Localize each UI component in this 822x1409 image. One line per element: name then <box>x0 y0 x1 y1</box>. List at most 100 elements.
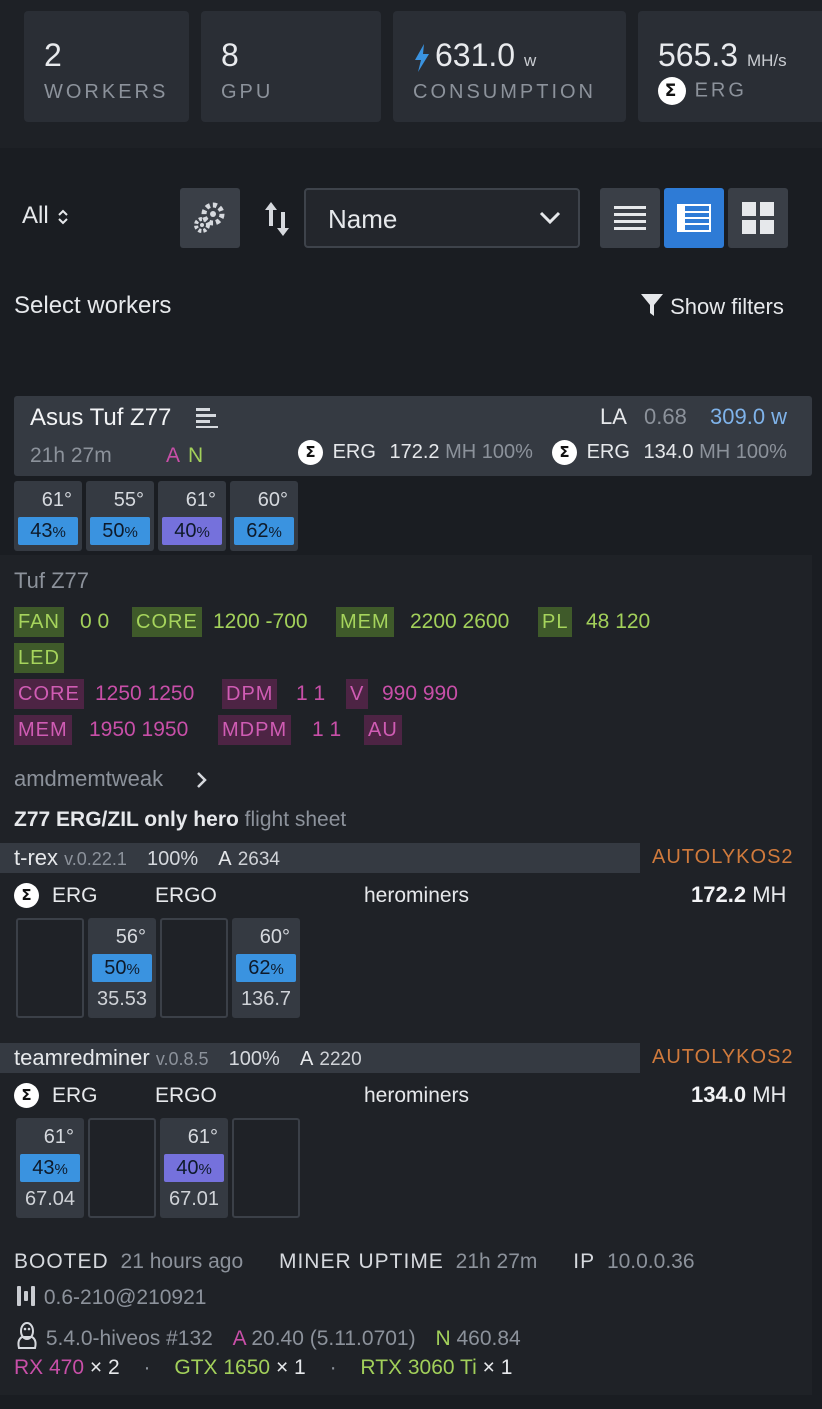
miner-version: v.0.8.5 <box>155 1049 209 1069</box>
stat-consumption-unit: w <box>523 51 537 70</box>
amd-dpm-tag: DPM <box>222 679 278 709</box>
chevron-right-icon <box>197 772 208 789</box>
miner-version: v.0.22.1 <box>64 849 127 869</box>
miner-pool: herominers <box>364 884 470 907</box>
miner-uptime-label: MINER UPTIME <box>278 1250 444 1273</box>
gpu-tile[interactable]: 60° 62% 136.7 <box>232 918 300 1018</box>
miner-algo: AUTOLYKOS2 <box>652 1046 794 1068</box>
flight-sheet[interactable]: Z77 ERG/ZIL only hero flight sheet <box>14 808 346 832</box>
gpu-fan: 43% <box>20 1154 80 1182</box>
kernel-row: 5.4.0-hiveos #132 A 20.40 (5.11.0701) N … <box>14 1322 521 1351</box>
gpu-tile[interactable]: 61° 40% <box>158 481 226 551</box>
gpu-fan: 62% <box>236 954 296 982</box>
la-value: 0.68 <box>644 404 687 429</box>
amd-mdpm-tag: MDPM <box>218 715 292 745</box>
miner-summary-2-coin: ERG <box>586 440 630 463</box>
stat-hashrate-value: 565.3 <box>658 37 739 73</box>
worker-flag-amd: A <box>166 444 181 467</box>
stat-consumption-value: 631.0 <box>435 37 516 73</box>
amdmemtweak-link[interactable]: amdmemtweak <box>14 766 209 792</box>
miner-algo: AUTOLYKOS2 <box>652 846 794 868</box>
view-grid-button[interactable] <box>728 188 788 248</box>
booted-label: BOOTED <box>14 1250 109 1273</box>
amd-mdpm-value: 1 1 <box>312 718 342 741</box>
gpu-temp: 61° <box>43 1126 74 1148</box>
amd-v-tag: V <box>346 679 369 709</box>
filter-all-label: All <box>22 202 49 229</box>
view-table-button[interactable] <box>664 188 724 248</box>
erg-icon: Σ <box>298 440 323 465</box>
gpu-tile-inactive <box>16 918 84 1018</box>
miner-trex-header[interactable]: t-rex v.0.22.1 100% A 2634 <box>14 845 280 871</box>
amd-core-value: 1250 1250 <box>95 682 195 705</box>
worker-uptime: 21h 27m <box>30 444 112 467</box>
nvidia-driver: 460.84 <box>456 1327 521 1350</box>
gpu-tile[interactable]: 61° 40% 67.01 <box>160 1118 228 1218</box>
gpu-hashrate: 67.04 <box>24 1188 76 1210</box>
miner-trm-header[interactable]: teamredminer v.0.8.5 100% A 2220 <box>14 1045 362 1071</box>
sort-select-value: Name <box>328 204 398 234</box>
miner-accepted: 2220 <box>319 1049 362 1070</box>
stat-consumption[interactable]: 631.0 w CONSUMPTION <box>393 11 626 122</box>
kernel-version: 5.4.0-hiveos #132 <box>45 1327 213 1350</box>
filter-all-dropdown[interactable]: All <box>22 202 69 230</box>
miner-pool: herominers <box>364 1084 470 1107</box>
booted-value: 21 hours ago <box>120 1250 244 1273</box>
miner-coin: ERG <box>52 1084 98 1107</box>
amd-mem-value: 1950 1950 <box>89 718 189 741</box>
miner-summary-2: Σ ERG 134.0 MH 100% <box>552 440 787 465</box>
miner-summary-1-coin: ERG <box>332 440 376 463</box>
stat-consumption-value-wrap: 631.0 w <box>413 37 536 74</box>
card-count: × 1 <box>482 1356 513 1379</box>
miner-pct: 100% <box>146 848 199 870</box>
gpu-fan: 50% <box>90 517 150 545</box>
stat-workers[interactable]: 2 WORKERS <box>24 11 189 122</box>
view-table-icon <box>677 204 711 232</box>
card-model: GTX 1650 <box>174 1356 271 1379</box>
worker-header[interactable]: Asus Tuf Z77 21h 27m A N LA 0.68 309.0 w… <box>14 396 812 476</box>
sort-select[interactable]: Name <box>304 188 580 248</box>
gpu-tile[interactable]: 56° 50% 35.53 <box>88 918 156 1018</box>
show-filters-label: Show filters <box>670 294 784 319</box>
stat-consumption-label: CONSUMPTION <box>413 81 596 103</box>
erg-icon: Σ <box>14 883 39 908</box>
worker-settings-button[interactable] <box>180 188 240 248</box>
sort-icon[interactable] <box>262 200 292 238</box>
stat-gpu[interactable]: 8 GPU <box>201 11 381 122</box>
gpu-hashrate: 136.7 <box>240 988 292 1010</box>
nv-mem-value: 2200 2600 <box>410 610 510 633</box>
select-workers-link[interactable]: Select workers <box>14 292 171 320</box>
view-list-button[interactable] <box>600 188 660 248</box>
miner-summary-1-hash: 172.2 <box>389 440 440 463</box>
miner-accepted-label: A <box>218 848 232 870</box>
miner-summary-1-pct: 100% <box>481 440 533 463</box>
nv-core-tag: CORE <box>132 607 202 637</box>
show-filters-button[interactable]: Show filters <box>640 292 784 320</box>
system-info-row: BOOTED 21 hours ago MINER UPTIME 21h 27m… <box>14 1250 695 1274</box>
gears-icon <box>194 202 225 233</box>
miner-summary-2-unit: MH <box>699 440 731 463</box>
overclock-title: Tuf Z77 <box>14 568 89 593</box>
stat-gpu-value: 8 <box>221 37 239 73</box>
nv-pl-value: 48 120 <box>586 610 651 633</box>
gpu-temp: 60° <box>259 926 290 948</box>
worker-menu-icon[interactable] <box>196 408 220 428</box>
gpu-tile[interactable]: 61° 43% <box>14 481 82 551</box>
nv-pl-tag: PL <box>538 607 573 637</box>
miner-accepted: 2634 <box>237 849 280 870</box>
gpu-tile[interactable]: 60° 62% <box>230 481 298 551</box>
nv-led-tag: LED <box>14 643 64 673</box>
gpu-tile[interactable]: 61° 43% 67.04 <box>16 1118 84 1218</box>
gpu-hashrate: 35.53 <box>96 988 148 1010</box>
miner-name: teamredminer <box>14 1045 150 1070</box>
gpu-tile[interactable]: 55° 50% <box>86 481 154 551</box>
nv-fan-tag: FAN <box>14 607 64 637</box>
gpu-fan: 40% <box>164 1154 224 1182</box>
hive-icon <box>17 1286 35 1306</box>
ip-value: 10.0.0.36 <box>606 1250 695 1273</box>
stat-hashrate-label-wrap: Σ ERG <box>658 77 747 105</box>
gpu-temp: 55° <box>113 489 144 511</box>
view-list-icon <box>614 206 646 230</box>
stat-hashrate[interactable]: 565.3 MH/s Σ ERG <box>638 11 822 122</box>
card-model: RX 470 <box>14 1356 85 1379</box>
